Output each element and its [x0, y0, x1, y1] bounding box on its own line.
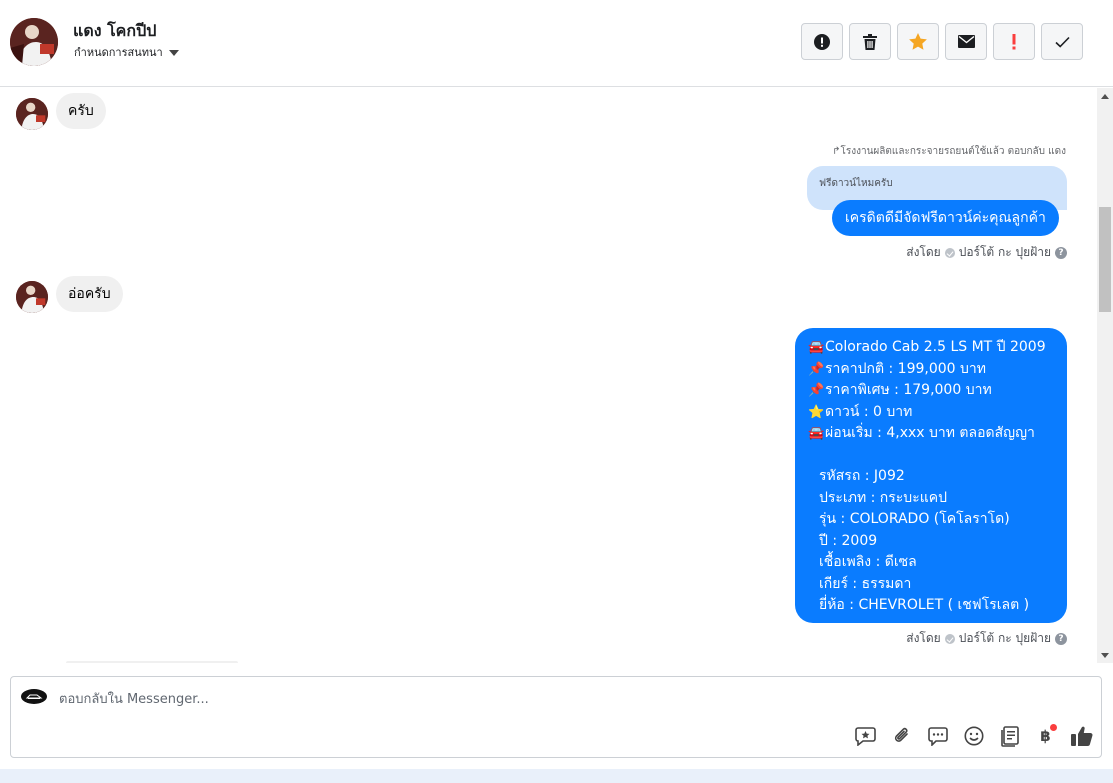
listing-line	[808, 445, 1067, 467]
star-icon	[909, 33, 927, 50]
help-icon[interactable]: ?	[1055, 632, 1067, 645]
sent-by-label: ส่งโดย ปอร์โต้ กะ ปุยฝ้าย ?	[906, 629, 1067, 648]
listing-emoji-icon: 🚘	[808, 426, 825, 441]
listing-line-text: ราคาปกติ : 199,000 บาท	[825, 360, 986, 377]
scroll-down-arrow-icon[interactable]	[1097, 647, 1113, 663]
attach-file-button[interactable]	[888, 724, 915, 748]
listing-line: ⭐ดาวน์ : 0 บาท	[808, 402, 1067, 424]
quick-reply-button[interactable]	[924, 724, 951, 748]
listing-line: ปี : 2009	[808, 531, 1067, 553]
mark-spam-button[interactable]	[801, 23, 843, 60]
conversation-header: แดง โคกปีป กำหนดการสนทนา	[0, 0, 1113, 87]
saved-reply-button[interactable]	[852, 724, 879, 748]
listing-line: 📌ราคาปกติ : 199,000 บาท	[808, 359, 1067, 381]
delete-button[interactable]	[849, 23, 891, 60]
reply-note-text: โรงงานผลิตและกระจายรถยนต์ใช้แล้ว ตอบกลับ…	[840, 146, 1066, 157]
incoming-message[interactable]: อ่อครับ	[56, 276, 123, 312]
envelope-icon	[957, 35, 975, 48]
composer-toolbar: ฿	[852, 724, 1095, 748]
listing-line-text: รหัสรถ : J092	[819, 468, 905, 484]
check-icon	[1054, 36, 1070, 48]
listing-line: เชื้อเพลิง : ดีเซล	[808, 552, 1067, 574]
mark-unread-button[interactable]	[945, 23, 987, 60]
trash-icon	[863, 33, 877, 50]
listing-line-text: รุ่น : COLORADO (โคโลราโด)	[819, 511, 1010, 527]
listing-line: เกียร์ : ธรรมดา	[808, 574, 1067, 596]
assign-label: กำหนดการสนทนา	[74, 46, 163, 59]
inbox-conversation-view: แดง โคกปีป กำหนดการสนทนา ครับ ↱โรงงานผลิ…	[0, 0, 1113, 783]
incoming-message[interactable]: ครับ	[56, 93, 106, 129]
listing-line-text: เชื้อเพลิง : ดีเซล	[819, 554, 917, 570]
baht-icon: ฿	[1040, 727, 1051, 745]
listing-line: 🚘Colorado Cab 2.5 LS MT ปี 2009	[808, 337, 1067, 359]
page-logo-avatar	[21, 689, 47, 704]
contact-avatar-small[interactable]	[16, 98, 48, 130]
notification-dot	[1050, 724, 1057, 731]
listing-line-text: ดาวน์ : 0 บาท	[825, 403, 913, 420]
listing-line-text: ประเภท : กระบะแคป	[819, 489, 947, 506]
reply-composer: ฿	[10, 676, 1102, 758]
thread-scrollbar[interactable]	[1097, 88, 1113, 663]
message-input[interactable]	[59, 689, 759, 709]
message-thread[interactable]: ครับ ↱โรงงานผลิตและกระจายรถยนต์ใช้แล้ว ต…	[0, 88, 1097, 663]
listing-line-text: เกียร์ : ธรรมดา	[819, 575, 912, 592]
listing-emoji-icon: ⭐	[808, 404, 825, 420]
mark-done-button[interactable]	[1041, 23, 1083, 60]
send-like-button[interactable]	[1068, 724, 1095, 748]
contact-avatar[interactable]	[10, 18, 58, 66]
listing-emoji-icon: 📌	[808, 383, 825, 398]
sent-by-label: ส่งโดย ปอร์โต้ กะ ปุยฝ้าย ?	[906, 243, 1067, 262]
outgoing-message[interactable]: เครดิตดีมีจัดฟรีดาวน์ค่ะคุณลูกค้า	[832, 200, 1059, 236]
sent-by-text: ส่งโดย	[906, 245, 941, 259]
attachment-icon	[894, 727, 908, 742]
assign-conversation-dropdown[interactable]: กำหนดการสนทนา	[74, 43, 179, 61]
sender-name: ปอร์โต้ กะ ปุยฝ้าย	[958, 245, 1051, 259]
partial-incoming-message	[66, 661, 238, 663]
conversation-actions	[801, 23, 1083, 60]
listing-line: 🚘ผ่อนเริ่ม : 4,xxx บาท ตลอดสัญญา	[808, 423, 1067, 445]
listing-line-text: ยี่ห้อ : CHEVROLET ( เชฟโรเลต )	[819, 597, 1030, 613]
outgoing-car-listing-message[interactable]: 🚘Colorado Cab 2.5 LS MT ปี 2009 📌ราคาปกติ…	[795, 328, 1067, 623]
follow-up-button[interactable]	[993, 23, 1035, 60]
listing-line-text: ปี : 2009	[819, 532, 878, 549]
payment-button[interactable]: ฿	[1032, 724, 1059, 748]
star-button[interactable]	[897, 23, 939, 60]
help-icon[interactable]: ?	[1055, 246, 1067, 259]
scroll-thumb[interactable]	[1099, 207, 1111, 312]
thumbs-up-icon	[1070, 726, 1092, 746]
saved-reply-icon	[855, 727, 876, 746]
verified-check-icon	[944, 633, 955, 644]
listing-line: ยี่ห้อ : CHEVROLET ( เชฟโรเลต )	[808, 595, 1067, 617]
contact-name[interactable]: แดง โคกปีป	[73, 19, 156, 44]
notes-button[interactable]	[996, 724, 1023, 748]
listing-line-text: Colorado Cab 2.5 LS MT ปี 2009	[825, 339, 1046, 355]
emoji-button[interactable]	[960, 724, 987, 748]
listing-emoji-icon: 🚘	[808, 340, 825, 355]
caret-down-icon	[168, 49, 179, 56]
listing-line: 📌ราคาพิเศษ : 179,000 บาท	[808, 380, 1067, 402]
sent-by-text: ส่งโดย	[906, 631, 941, 645]
listing-line: ประเภท : กระบะแคป	[808, 488, 1067, 510]
notes-icon	[1000, 725, 1019, 747]
listing-line-text: ราคาพิเศษ : 179,000 บาท	[825, 382, 992, 398]
exclamation-icon	[1012, 33, 1016, 49]
scroll-up-arrow-icon[interactable]	[1097, 88, 1113, 104]
alert-circle-icon	[814, 33, 830, 50]
reply-context-note: ↱โรงงานผลิตและกระจายรถยนต์ใช้แล้ว ตอบกลั…	[832, 144, 1066, 159]
verified-check-icon	[944, 247, 955, 258]
sender-name: ปอร์โต้ กะ ปุยฝ้าย	[958, 631, 1051, 645]
emoji-icon	[964, 726, 983, 746]
listing-line-text: ผ่อนเริ่ม : 4,xxx บาท ตลอดสัญญา	[825, 425, 1035, 441]
chat-bubble-icon	[927, 726, 948, 746]
contact-avatar-small[interactable]	[16, 281, 48, 313]
listing-line: รุ่น : COLORADO (โคโลราโด)	[808, 509, 1067, 531]
bottom-strip	[0, 769, 1113, 783]
listing-emoji-icon: 📌	[808, 361, 825, 377]
listing-line: รหัสรถ : J092	[808, 466, 1067, 488]
